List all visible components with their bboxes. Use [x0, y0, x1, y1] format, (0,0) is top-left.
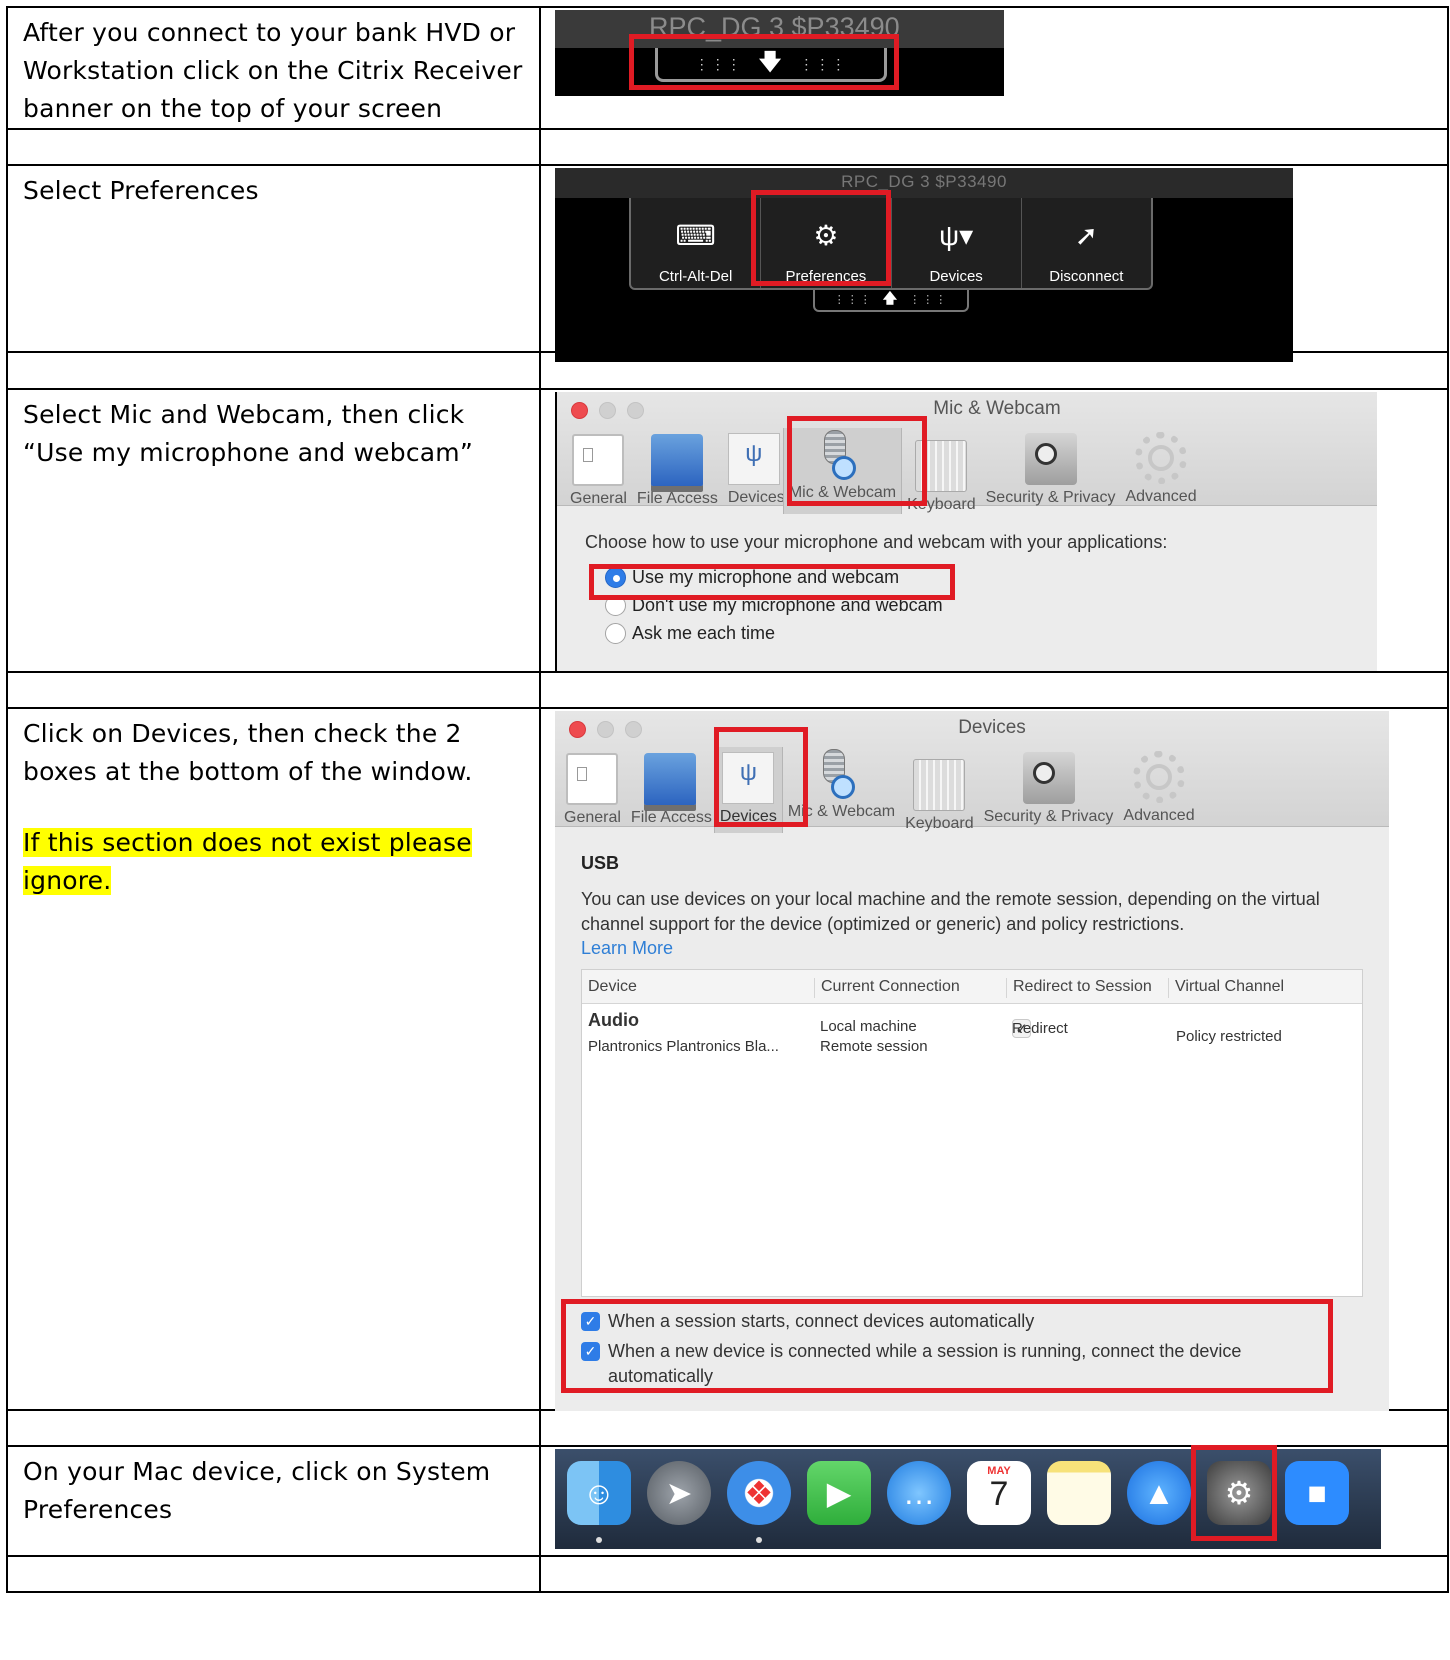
tab-devices[interactable]: ψ Devices	[723, 428, 783, 514]
step-5-screenshot: ☺ ➤ ❖ ▶ … MAY 7 ▲ ⚙ ■	[539, 1445, 1449, 1557]
drive-icon	[651, 434, 704, 486]
tab-security-privacy[interactable]: Security & Privacy	[979, 747, 1119, 833]
session-title: RPC_DG 3 $P33490	[841, 172, 1007, 191]
step-4-screenshot: Devices General File Access ψ Devices Mic…	[539, 707, 1449, 1411]
gear-icon	[1133, 751, 1185, 803]
step-row-5: On your Mac device, click on System Pref…	[6, 1445, 1449, 1557]
ctrl-alt-del-icon: ⌨	[675, 220, 716, 251]
learn-more-link[interactable]: Learn More	[581, 938, 673, 959]
microphone-webcam-icon	[815, 747, 867, 799]
devices-button[interactable]: ψ▾ Devices	[890, 198, 1021, 288]
spacer-row	[6, 671, 1449, 709]
mic-webcam-prompt: Choose how to use your microphone and we…	[585, 532, 1168, 552]
finder-icon[interactable]: ☺	[567, 1461, 631, 1525]
tab-general[interactable]: General	[559, 747, 626, 833]
notes-icon[interactable]	[1047, 1461, 1111, 1525]
red-callout-devices-tab	[714, 727, 808, 827]
general-icon	[572, 434, 625, 486]
prefs-tabs: General File Access ψ Devices Mic & Webca…	[559, 747, 1200, 833]
device-subname: Plantronics Plantronics Bla...	[588, 1038, 779, 1055]
step-1-text: After you connect to your bank HVD or Wo…	[6, 6, 541, 130]
facetime-icon[interactable]: ▶	[807, 1461, 871, 1525]
devices-table-header: Device Current Connection Redirect to Se…	[582, 970, 1362, 1004]
safari-icon[interactable]: ❖	[727, 1461, 791, 1525]
red-callout-mic-webcam-tab	[787, 416, 927, 506]
spacer-row	[6, 1409, 1449, 1447]
connection-remote: Remote session	[820, 1038, 928, 1055]
step-1-screenshot: RPC_DG 3 $P33490 ⋮⋮⋮ 🡇 ⋮⋮⋮	[539, 6, 1449, 130]
instruction-table: After you connect to your bank HVD or Wo…	[6, 6, 1449, 1593]
spacer-row	[6, 351, 1449, 390]
column-device[interactable]: Device	[582, 978, 814, 998]
radio-ask-each-time[interactable]: Ask me each time	[605, 619, 1167, 647]
spacer-row	[6, 1555, 1449, 1593]
column-virtual-channel[interactable]: Virtual Channel	[1168, 978, 1362, 998]
red-callout-system-preferences	[1191, 1445, 1277, 1541]
red-callout-use-option	[589, 564, 955, 600]
step-5-text: On your Mac device, click on System Pref…	[6, 1445, 541, 1557]
tab-file-access[interactable]: File Access	[632, 428, 723, 514]
column-current-connection[interactable]: Current Connection	[814, 978, 1006, 998]
virtual-channel-value: Policy restricted	[1176, 1028, 1282, 1045]
citrix-toolbar-screenshot: RPC_DG 3 $P33490 ⌨ Ctrl-Alt-Del ⚙ Prefer…	[555, 168, 1293, 362]
app-store-icon[interactable]: ▲	[1127, 1461, 1191, 1525]
usb-icon: ψ	[727, 433, 780, 485]
red-callout-checkboxes	[561, 1299, 1333, 1393]
safe-icon	[1022, 752, 1075, 804]
usb-description: You can use devices on your local machin…	[581, 889, 1320, 934]
mic-webcam-prefs-window: Mic & Webcam General File Access ψ Device…	[555, 392, 1377, 671]
tab-keyboard[interactable]: Keyboard	[900, 747, 979, 833]
step-3-text: Select Mic and Webcam, then click “Use m…	[6, 388, 541, 673]
tab-advanced[interactable]: Advanced	[1120, 428, 1201, 514]
devices-table: Device Current Connection Redirect to Se…	[581, 969, 1363, 1297]
citrix-toolbar: ⌨ Ctrl-Alt-Del ⚙ Preferences ψ▾ Devices …	[629, 198, 1153, 290]
usb-section-heading: USB	[581, 853, 620, 873]
plug-icon: ➚	[1074, 220, 1099, 251]
red-callout-preferences	[751, 190, 891, 286]
safe-icon	[1024, 433, 1077, 485]
step-row-2: Select Preferences RPC_DG 3 $P33490 ⌨ Ct…	[6, 164, 1449, 362]
drive-icon	[643, 753, 696, 805]
window-title: Devices	[958, 717, 1026, 738]
radio-empty-icon[interactable]	[605, 622, 626, 644]
arrow-up-icon: 🡅	[882, 291, 900, 307]
window-title: Mic & Webcam	[933, 398, 1061, 419]
messages-icon[interactable]: …	[887, 1461, 951, 1525]
tab-security-privacy[interactable]: Security & Privacy	[981, 428, 1121, 514]
step-row-4: Click on Devices, then check the 2 boxes…	[6, 707, 1449, 1411]
connection-local: Local machine	[820, 1018, 917, 1035]
step-row-3: Select Mic and Webcam, then click “Use m…	[6, 388, 1449, 673]
tab-file-access[interactable]: File Access	[626, 747, 714, 833]
step-3-screenshot: Mic & Webcam General File Access ψ Device…	[539, 388, 1449, 673]
step-4-instruction: Click on Devices, then check the 2 boxes…	[23, 719, 473, 786]
general-icon	[566, 753, 619, 805]
step-4-text: Click on Devices, then check the 2 boxes…	[6, 707, 541, 1411]
step-4-note: If this section does not exist please ig…	[23, 828, 472, 895]
calendar-icon[interactable]: MAY 7	[967, 1461, 1031, 1525]
column-redirect[interactable]: Redirect to Session	[1006, 978, 1168, 998]
step-2-text: Select Preferences	[6, 164, 541, 353]
launchpad-icon[interactable]: ➤	[647, 1461, 711, 1525]
step-2-screenshot: RPC_DG 3 $P33490 ⌨ Ctrl-Alt-Del ⚙ Prefer…	[539, 164, 1449, 362]
disconnect-button[interactable]: ➚ Disconnect	[1020, 198, 1151, 288]
red-callout-banner	[629, 34, 899, 90]
step-row-1: After you connect to your bank HVD or Wo…	[6, 6, 1449, 130]
keyboard-icon	[913, 759, 966, 811]
device-name: Audio	[588, 1010, 639, 1030]
spacer-row	[6, 128, 1449, 166]
toolbar-handle[interactable]: ⋮⋮⋮ 🡅 ⋮⋮⋮	[813, 290, 969, 312]
tab-advanced[interactable]: Advanced	[1118, 747, 1199, 833]
tab-general[interactable]: General	[565, 428, 632, 514]
ctrl-alt-del-button[interactable]: ⌨ Ctrl-Alt-Del	[631, 198, 760, 288]
usb-icon: ψ▾	[939, 220, 974, 251]
gear-icon	[1135, 432, 1188, 484]
zoom-icon[interactable]: ■	[1285, 1461, 1349, 1525]
